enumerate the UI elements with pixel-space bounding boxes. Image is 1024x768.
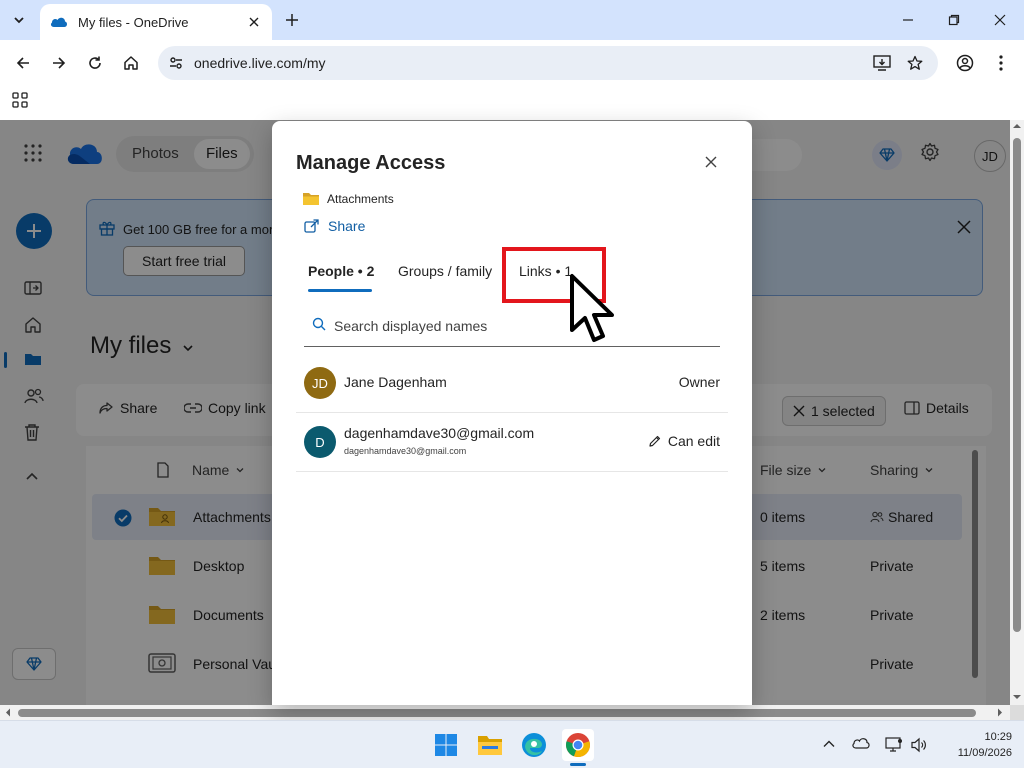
scroll-up-arrow-icon — [1013, 124, 1021, 128]
person-name: dagenhamdave30@gmail.com — [344, 425, 535, 441]
person-email: dagenhamdave30@gmail.com — [344, 446, 467, 456]
speaker-icon[interactable] — [910, 737, 930, 753]
site-info-icon[interactable] — [166, 53, 186, 73]
pencil-icon — [649, 435, 660, 447]
show-hidden-icons-icon[interactable] — [822, 737, 838, 753]
permission-label: Can edit — [667, 433, 720, 449]
row-divider — [296, 471, 728, 472]
forward-icon[interactable] — [47, 51, 71, 75]
shared-item-name: Attachments — [327, 192, 394, 206]
page-vertical-scrollbar[interactable] — [1010, 120, 1024, 705]
active-tab-indicator — [308, 289, 372, 292]
onedrive-tray-icon[interactable] — [852, 737, 872, 753]
folder-icon — [302, 192, 320, 206]
chevron-down-icon — [14, 17, 24, 24]
taskbar: 10:29 11/09/2026 — [0, 720, 1024, 768]
dialog-close-icon[interactable] — [702, 153, 720, 171]
windows-start-icon[interactable] — [430, 729, 462, 761]
install-app-icon[interactable] — [872, 53, 892, 73]
share-link-label: Share — [328, 218, 366, 234]
tab-close-icon[interactable] — [246, 14, 262, 30]
bookmark-star-icon[interactable] — [905, 53, 925, 73]
browser-tab[interactable]: My files - OneDrive — [40, 4, 272, 40]
active-app-indicator — [570, 763, 586, 766]
person-name: Jane Dagenham — [344, 374, 447, 390]
scroll-right-arrow-icon — [998, 708, 1002, 717]
browser-menu-icon[interactable] — [989, 51, 1013, 75]
page-horizontal-scrollbar[interactable] — [0, 705, 1010, 720]
tab-title: My files - OneDrive — [78, 14, 189, 30]
file-explorer-icon[interactable] — [474, 729, 506, 761]
home-icon[interactable] — [119, 51, 143, 75]
vertical-scroll-thumb[interactable] — [1013, 138, 1021, 632]
horizontal-scroll-thumb[interactable] — [18, 709, 976, 717]
search-icon — [312, 317, 328, 333]
new-tab-icon[interactable] — [282, 10, 302, 30]
scrollbar-corner — [1010, 705, 1024, 720]
manage-access-dialog: Manage Access Attachments Share People •… — [272, 121, 752, 705]
people-search — [304, 307, 720, 347]
browser-tabstrip: My files - OneDrive — [0, 0, 1024, 40]
restore-icon[interactable] — [944, 10, 964, 30]
profile-icon[interactable] — [953, 51, 977, 75]
share-link-button[interactable]: Share — [304, 218, 365, 234]
person-row-editor[interactable]: D dagenhamdave30@gmail.com dagenhamdave3… — [296, 413, 728, 471]
tab-groups-family[interactable]: Groups / family — [398, 263, 492, 279]
share-icon — [304, 219, 319, 233]
url-text: onedrive.live.com/my — [194, 55, 326, 71]
address-bar[interactable]: onedrive.live.com/my — [158, 46, 938, 80]
system-clock[interactable]: 10:29 11/09/2026 — [936, 729, 1012, 761]
avatar: D — [304, 426, 336, 458]
window-close-icon[interactable] — [990, 10, 1010, 30]
scroll-down-arrow-icon — [1013, 695, 1021, 699]
bookmarks-bar — [0, 86, 1024, 120]
apps-grid-icon[interactable] — [12, 92, 30, 110]
scroll-left-arrow-icon — [6, 708, 10, 717]
back-icon[interactable] — [11, 51, 35, 75]
dialog-title: Manage Access — [296, 152, 446, 174]
tab-people[interactable]: People • 2 — [308, 263, 374, 279]
permission-dropdown[interactable]: Can edit — [648, 433, 720, 449]
clock-time: 10:29 — [984, 731, 1012, 743]
search-names-input[interactable] — [334, 315, 704, 337]
avatar: JD — [304, 367, 336, 399]
clock-date: 11/09/2026 — [957, 747, 1012, 759]
person-row-owner[interactable]: JD Jane Dagenham Owner — [296, 354, 728, 412]
tab-search-button[interactable] — [6, 8, 32, 32]
edge-browser-icon[interactable] — [518, 729, 550, 761]
onedrive-favicon-icon — [50, 16, 70, 28]
mouse-pointer-icon — [566, 272, 618, 348]
reload-icon[interactable] — [83, 51, 107, 75]
person-role: Owner — [678, 374, 720, 390]
chrome-browser-icon[interactable] — [562, 729, 594, 761]
display-icon[interactable] — [885, 737, 905, 753]
minimize-icon[interactable] — [898, 10, 918, 30]
